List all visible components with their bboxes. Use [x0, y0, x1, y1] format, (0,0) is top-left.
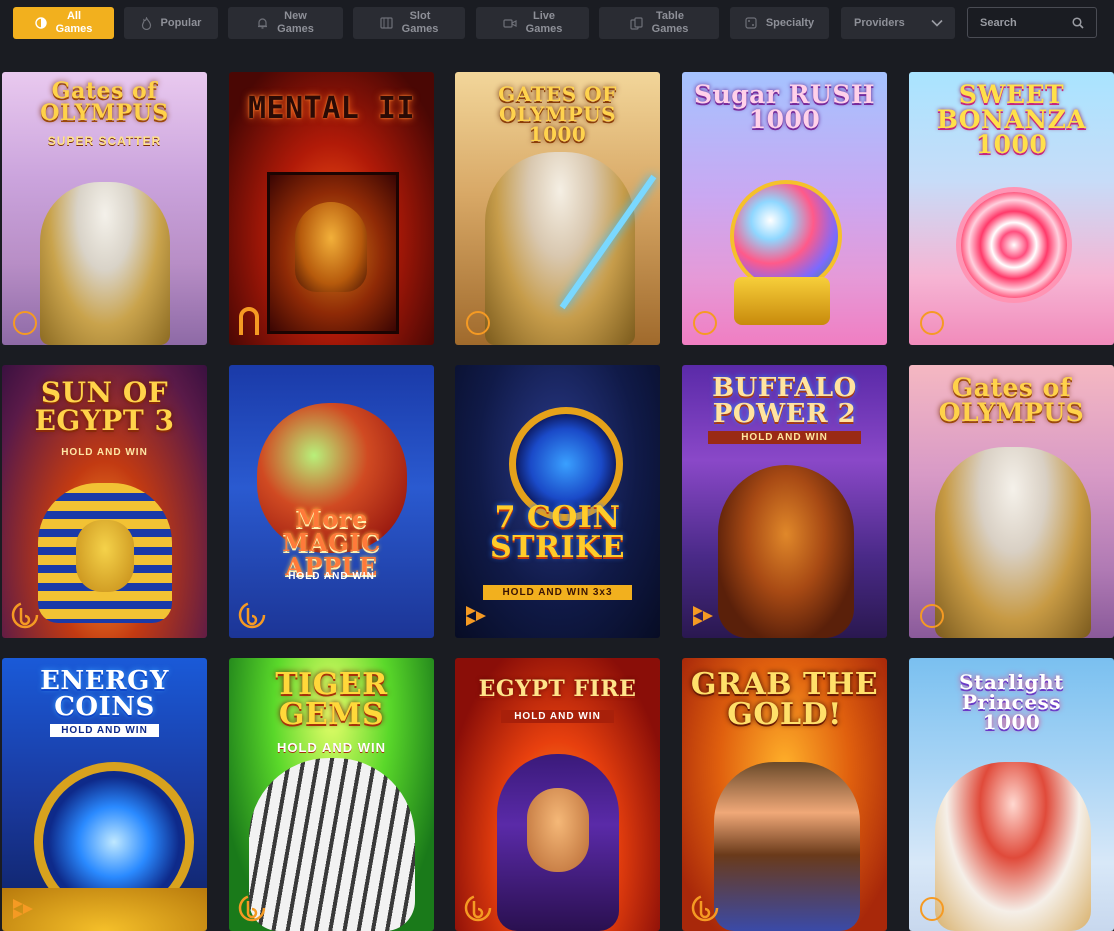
- game-tile[interactable]: SUN OF EGYPT 3 HOLD AND WIN: [2, 365, 207, 638]
- game-title: TIGER GEMS: [275, 667, 388, 732]
- game-subtitle: HOLD AND WIN: [50, 724, 159, 737]
- filter-label: Specialty: [765, 16, 815, 29]
- nolimit-provider-icon: [239, 307, 259, 335]
- game-tile[interactable]: MENTAL II: [229, 72, 434, 345]
- game-title: Gates of OLYMPUS: [938, 373, 1085, 427]
- search-box[interactable]: [967, 7, 1097, 38]
- playson-provider-icon: [693, 606, 713, 626]
- game-subtitle: HOLD AND WIN: [61, 447, 148, 458]
- playson-provider-icon: [466, 606, 486, 626]
- game-subtitle: HOLD AND WIN: [288, 571, 375, 582]
- filter-label: Providers: [854, 16, 905, 29]
- booongo-provider-icon: [238, 601, 266, 629]
- game-subtitle: HOLD AND WIN 3x3: [483, 585, 632, 600]
- game-title: BUFFALO POWER 2: [712, 373, 857, 429]
- game-title: SUN OF EGYPT 3: [34, 376, 175, 437]
- category-filter-bar: All Games Popular New Games Slot Games L…: [0, 0, 1114, 46]
- chevron-down-icon: [931, 19, 943, 27]
- filter-live-games[interactable]: Live Games: [476, 7, 589, 39]
- pragmatic-provider-icon: [920, 311, 944, 335]
- search-input[interactable]: [980, 16, 1066, 29]
- gumball-base: [734, 277, 830, 325]
- game-title: EGYPT FIRE: [478, 676, 637, 702]
- slot-machine-icon: [380, 17, 393, 29]
- game-title: Starlight Princess 1000: [959, 670, 1064, 734]
- tiger-figure: [249, 758, 415, 931]
- game-title: MENTAL II: [247, 91, 416, 126]
- cards-icon: [630, 16, 643, 30]
- dice-icon: [745, 17, 757, 29]
- booongo-provider-icon: [691, 894, 719, 922]
- game-tile[interactable]: ENERGY COINS HOLD AND WIN: [2, 658, 207, 931]
- game-tile[interactable]: SWEET BONANZA 1000: [909, 72, 1114, 345]
- game-tile[interactable]: Starlight Princess 1000: [909, 658, 1114, 931]
- game-subtitle: SUPER SCATTER: [47, 134, 162, 148]
- game-title: Gates of OLYMPUS: [40, 78, 169, 126]
- game-title: SWEET BONANZA 1000: [936, 80, 1087, 159]
- buffalo-figure: [718, 465, 854, 638]
- pragmatic-provider-icon: [13, 311, 37, 335]
- search-icon[interactable]: [1072, 16, 1084, 29]
- game-subtitle: HOLD AND WIN: [501, 710, 614, 723]
- lollipop: [961, 192, 1067, 298]
- pragmatic-provider-icon: [920, 897, 944, 921]
- zeus-figure: [485, 152, 635, 345]
- game-subtitle: HOLD AND WIN: [276, 740, 386, 755]
- game-title: GATES OF OLYMPUS 1000: [498, 82, 617, 146]
- game-title: GRAB THE GOLD!: [690, 667, 879, 732]
- filter-label: Live Games: [525, 10, 563, 35]
- gumball-machine: [730, 180, 842, 292]
- game-tile[interactable]: GRAB THE GOLD!: [682, 658, 887, 931]
- filter-slot-games[interactable]: Slot Games: [353, 7, 465, 39]
- game-tile[interactable]: BUFFALO POWER 2 HOLD AND WIN: [682, 365, 887, 638]
- filter-new-games[interactable]: New Games: [228, 7, 343, 39]
- pharaoh-face: [76, 520, 134, 592]
- game-tile[interactable]: GATES OF OLYMPUS 1000: [455, 72, 660, 345]
- zeus-figure: [935, 447, 1091, 638]
- providers-dropdown[interactable]: Providers: [841, 7, 955, 39]
- filter-specialty[interactable]: Specialty: [730, 7, 829, 39]
- game-subtitle: HOLD AND WIN: [708, 431, 861, 444]
- filter-label: All Games: [55, 10, 93, 35]
- bell-icon: [258, 18, 268, 29]
- cleopatra-face: [527, 788, 589, 872]
- filter-label: New Games: [277, 10, 314, 35]
- game-tile[interactable]: 7 COIN STRIKE HOLD AND WIN 3x3: [455, 365, 660, 638]
- game-title: More MAGIC APPLE: [282, 504, 381, 581]
- filter-label: Slot Games: [401, 10, 439, 35]
- princess-figure: [935, 762, 1091, 931]
- booongo-provider-icon: [11, 601, 39, 629]
- zeus-figure: [40, 182, 170, 345]
- game-title: Sugar RUSH 1000: [693, 80, 876, 134]
- game-tile[interactable]: EGYPT FIRE HOLD AND WIN: [455, 658, 660, 931]
- game-tile[interactable]: More MAGIC APPLE HOLD AND WIN: [229, 365, 434, 638]
- skull-figure: [295, 202, 367, 292]
- game-title: ENERGY COINS: [40, 666, 169, 722]
- pragmatic-provider-icon: [693, 311, 717, 335]
- filter-popular[interactable]: Popular: [124, 7, 218, 39]
- game-tile[interactable]: Sugar RUSH 1000: [682, 72, 887, 345]
- miner-figure: [714, 762, 860, 931]
- filter-table-games[interactable]: Table Games: [599, 7, 719, 39]
- game-tile[interactable]: Gates of OLYMPUS: [909, 365, 1114, 638]
- filter-label: Popular: [160, 16, 202, 29]
- booongo-provider-icon: [464, 894, 492, 922]
- filter-all-games[interactable]: All Games: [13, 7, 114, 39]
- video-camera-icon: [503, 18, 517, 28]
- pragmatic-provider-icon: [466, 311, 490, 335]
- game-title: 7 COIN STRIKE: [490, 500, 625, 565]
- playson-provider-icon: [13, 899, 33, 919]
- filter-label: Table Games: [651, 10, 689, 35]
- booongo-provider-icon: [238, 894, 266, 922]
- game-tile[interactable]: Gates of OLYMPUS SUPER SCATTER: [2, 72, 207, 345]
- game-tile[interactable]: TIGER GEMS HOLD AND WIN: [229, 658, 434, 931]
- pragmatic-provider-icon: [920, 604, 944, 628]
- all-games-icon: [34, 17, 47, 29]
- flame-icon: [141, 16, 151, 30]
